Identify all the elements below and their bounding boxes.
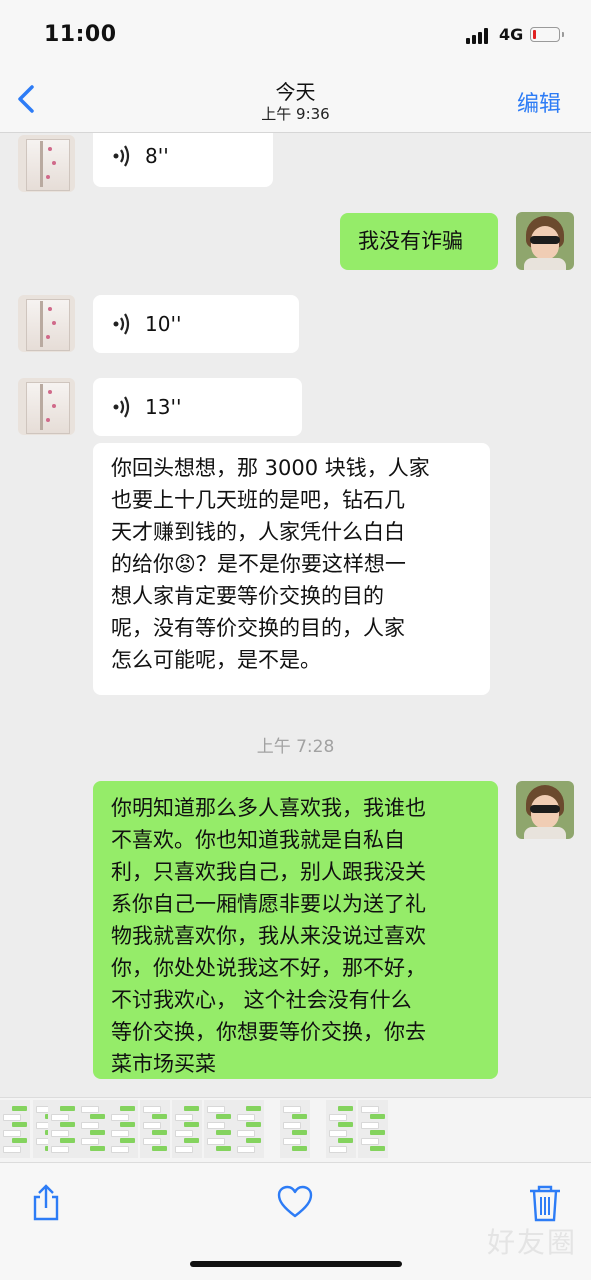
photo-thumbnail[interactable] bbox=[172, 1100, 202, 1158]
photo-thumbnail-strip[interactable] bbox=[0, 1097, 591, 1162]
chat-area[interactable]: 8'' 我没有诈骗 10'' 13'' 你回头想想，那 3000 块钱，人家 也… bbox=[0, 133, 591, 1097]
trash-icon[interactable] bbox=[527, 1183, 563, 1223]
photo-thumbnail[interactable] bbox=[204, 1100, 234, 1158]
message-line: 想人家肯定要等价交换的目的 bbox=[111, 584, 384, 608]
message-line: 你回头想想，那 3000 块钱，人家 bbox=[111, 456, 430, 480]
photo-thumbnail[interactable] bbox=[0, 1100, 30, 1158]
message-line: 等价交换，你想要等价交换，你去 bbox=[111, 1020, 426, 1044]
message-line: 系你自己一厢情愿非要以为送了礼 bbox=[111, 892, 426, 916]
text-message-sent[interactable]: 我没有诈骗 bbox=[340, 213, 498, 270]
voice-wave-icon bbox=[113, 313, 130, 335]
photo-thumbnail[interactable] bbox=[280, 1100, 310, 1158]
top-bar: 11:00 4G 今天 上午 9:36 编辑 bbox=[0, 0, 591, 133]
voice-message[interactable]: 13'' bbox=[93, 378, 302, 436]
chat-timestamp: 上午 7:28 bbox=[256, 737, 335, 757]
voice-wave-icon bbox=[113, 396, 130, 418]
contact-avatar[interactable] bbox=[18, 295, 75, 352]
watermark: 好友圈 bbox=[486, 1226, 577, 1259]
signal-icon bbox=[466, 28, 492, 44]
voice-message[interactable]: 10'' bbox=[93, 295, 299, 353]
message-line: 怎么可能呢，是不是。 bbox=[111, 648, 321, 672]
status-time: 11:00 bbox=[44, 22, 117, 47]
photo-thumbnail[interactable] bbox=[326, 1100, 356, 1158]
home-indicator[interactable] bbox=[190, 1261, 402, 1267]
share-icon[interactable] bbox=[28, 1183, 64, 1223]
message-line: 菜市场买菜 bbox=[111, 1052, 216, 1076]
message-line: 不讨我欢心， 这个社会没有什么 bbox=[111, 988, 412, 1012]
network-type: 4G bbox=[499, 25, 524, 44]
page-subtitle: 上午 9:36 bbox=[261, 105, 330, 123]
photo-thumbnail[interactable] bbox=[48, 1100, 78, 1158]
voice-wave-icon bbox=[113, 145, 130, 167]
my-avatar[interactable] bbox=[516, 212, 574, 270]
battery-icon bbox=[530, 27, 564, 42]
my-avatar[interactable] bbox=[516, 781, 574, 839]
photo-thumbnail[interactable] bbox=[358, 1100, 388, 1158]
voice-message[interactable]: 8'' bbox=[93, 133, 273, 187]
photo-thumbnail[interactable] bbox=[140, 1100, 170, 1158]
photo-thumbnail[interactable] bbox=[78, 1100, 108, 1158]
message-line: 物我就喜欢你，我从来没说过喜欢 bbox=[111, 924, 426, 948]
bottom-toolbar: 好友圈 bbox=[0, 1162, 591, 1280]
message-line: 利，只喜欢我自己，别人跟我没关 bbox=[111, 860, 426, 884]
photo-thumbnail[interactable] bbox=[108, 1100, 138, 1158]
message-line: 呢，没有等价交换的目的，人家 bbox=[111, 616, 405, 640]
voice-duration: 10'' bbox=[145, 312, 182, 336]
text-message-received[interactable]: 你回头想想，那 3000 块钱，人家 也要上十几天班的是吧，钻石几 天才赚到钱的… bbox=[93, 443, 490, 695]
message-line: 天才赚到钱的，人家凭什么白白 bbox=[111, 520, 405, 544]
voice-duration: 13'' bbox=[145, 395, 182, 419]
contact-avatar[interactable] bbox=[18, 135, 75, 192]
message-line: 你，你处处说我这不好，那不好， bbox=[111, 956, 426, 980]
page-title: 今天 bbox=[275, 80, 316, 104]
message-line: 也要上十几天班的是吧，钻石几 bbox=[111, 488, 405, 512]
photo-thumbnail[interactable] bbox=[234, 1100, 264, 1158]
voice-duration: 8'' bbox=[145, 144, 169, 168]
message-line: 你明知道那么多人喜欢我，我谁也 bbox=[111, 796, 426, 820]
message-line: 不喜欢。你也知道我就是自私自 bbox=[111, 828, 405, 852]
contact-avatar[interactable] bbox=[18, 378, 75, 435]
edit-button[interactable]: 编辑 bbox=[517, 86, 561, 118]
message-line: 的给你😡？是不是你要这样想一 bbox=[111, 552, 406, 576]
heart-icon[interactable] bbox=[277, 1185, 313, 1225]
message-line: 我没有诈骗 bbox=[358, 229, 463, 253]
text-message-sent[interactable]: 你明知道那么多人喜欢我，我谁也 不喜欢。你也知道我就是自私自 利，只喜欢我自己，… bbox=[93, 781, 498, 1079]
